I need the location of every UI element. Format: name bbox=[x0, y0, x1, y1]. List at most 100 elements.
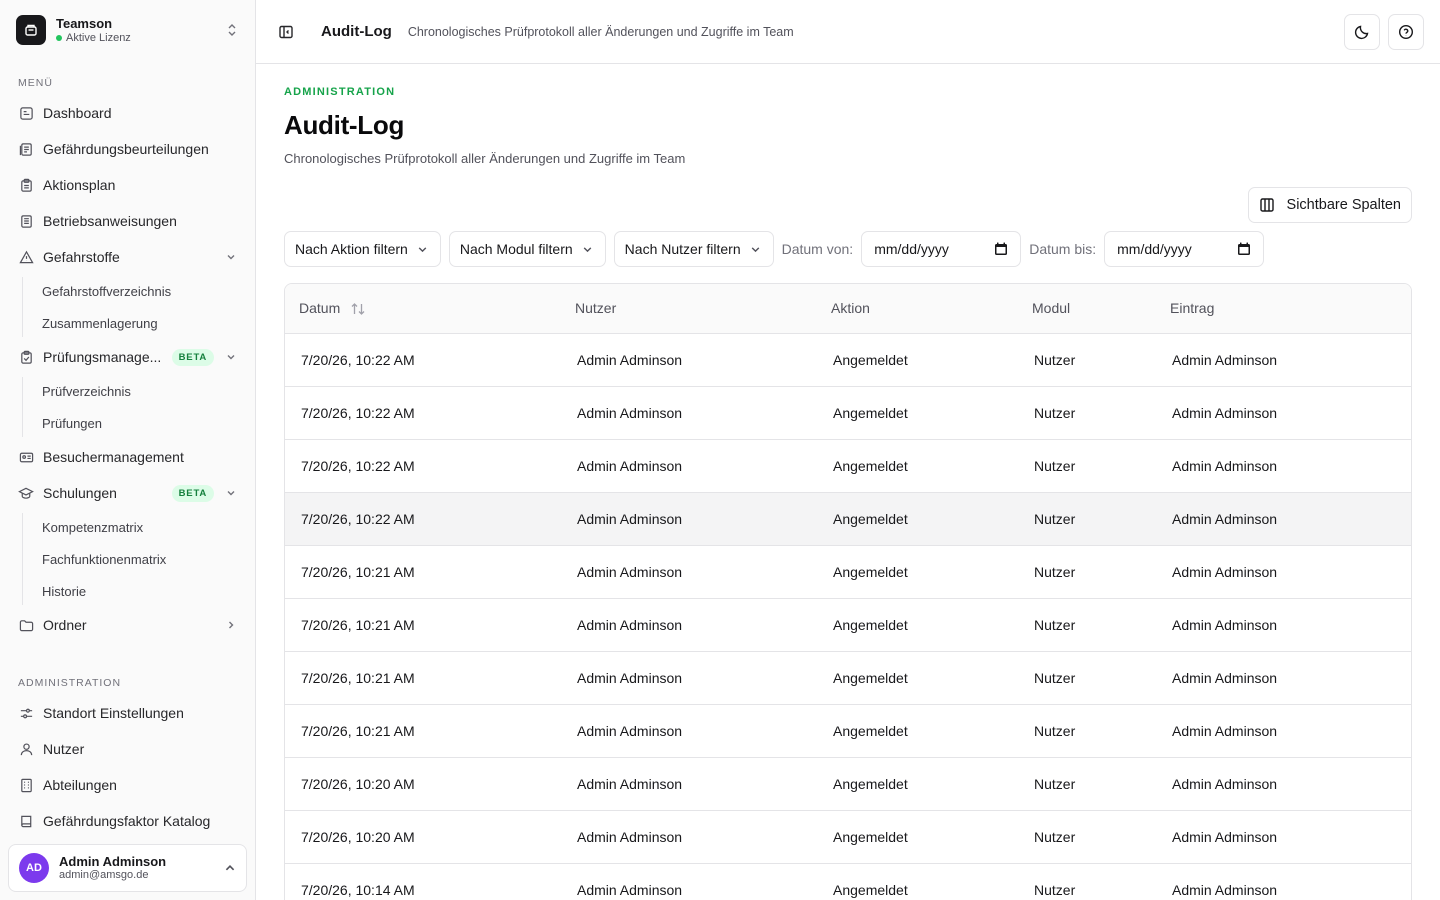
table-row[interactable]: 7/20/26, 10:14 AM Admin Adminson Angemelde… bbox=[285, 863, 1411, 900]
cell-eintrag: Admin Adminson bbox=[1156, 651, 1411, 705]
moon-icon bbox=[1354, 24, 1370, 40]
column-header-datum[interactable]: Datum bbox=[285, 284, 561, 334]
sidebar-item-gefaehrdungsbeurteilungen[interactable]: Gefährdungsbeurteilungen bbox=[8, 133, 248, 165]
document-list-icon bbox=[18, 141, 34, 157]
user-filter-select[interactable]: Nach Nutzer filtern bbox=[613, 231, 774, 267]
admin-nav: Standort Einstellungen Nutzer Abteilunge… bbox=[8, 697, 248, 841]
cell-eintrag: Admin Adminson bbox=[1156, 333, 1411, 387]
cell-nutzer: Admin Adminson bbox=[561, 545, 817, 599]
column-header-aktion[interactable]: Aktion bbox=[817, 284, 1018, 334]
main-nav: Dashboard Gefährdungsbeurteilungen Aktio… bbox=[8, 97, 248, 645]
sidebar-item-gefaehrdungsfaktor-katalog[interactable]: Gefährdungsfaktor Katalog bbox=[8, 805, 248, 837]
sidebar-item-gefahrstoffe[interactable]: Gefahrstoffe bbox=[8, 241, 248, 273]
cell-aktion: Angemeldet bbox=[817, 492, 1018, 546]
main-content: Audit-Log Chronologisches Prüfprotokoll … bbox=[256, 0, 1440, 900]
cell-modul: Nutzer bbox=[1018, 651, 1156, 705]
user-menu[interactable]: AD Admin Adminson admin@amsgo.de bbox=[8, 844, 247, 892]
cell-nutzer: Admin Adminson bbox=[561, 439, 817, 493]
pruefung-submenu: Prüfverzeichnis Prüfungen bbox=[22, 377, 248, 437]
chevron-down-icon bbox=[224, 486, 238, 500]
theme-toggle-button[interactable] bbox=[1344, 13, 1380, 50]
table-row[interactable]: 7/20/26, 10:22 AM Admin Adminson Angemelde… bbox=[285, 386, 1411, 440]
sidebar-item-betriebsanweisungen[interactable]: Betriebsanweisungen bbox=[8, 205, 248, 237]
cell-aktion: Angemeldet bbox=[817, 333, 1018, 387]
cell-datum: 7/20/26, 10:20 AM bbox=[285, 810, 561, 864]
filter-bar: Nach Aktion filtern Nach Modul filtern N… bbox=[284, 231, 1265, 267]
cell-eintrag: Admin Adminson bbox=[1156, 545, 1411, 599]
date-from-label: Datum von: bbox=[781, 241, 854, 257]
table-row[interactable]: 7/20/26, 10:22 AM Admin Adminson Angemelde… bbox=[285, 492, 1411, 546]
sidebar-subitem-zusammenlagerung[interactable]: Zusammenlagerung bbox=[31, 309, 248, 337]
folder-icon bbox=[18, 617, 34, 633]
graduation-cap-icon bbox=[18, 485, 34, 501]
cell-aktion: Angemeldet bbox=[817, 651, 1018, 705]
column-header-nutzer[interactable]: Nutzer bbox=[561, 284, 817, 334]
clipboard-icon bbox=[18, 177, 34, 193]
chevrons-up-down-icon bbox=[224, 22, 240, 38]
team-logo-icon bbox=[16, 15, 46, 45]
visible-columns-button[interactable]: Sichtbare Spalten bbox=[1247, 187, 1412, 223]
sidebar-item-besuchermanagement[interactable]: Besuchermanagement bbox=[8, 441, 248, 473]
date-from-input[interactable]: mm/dd/yyyy bbox=[861, 231, 1022, 267]
gefahrstoffe-submenu: Gefahrstoffverzeichnis Zusammenlagerung bbox=[22, 277, 248, 337]
clipboard-check-icon bbox=[18, 349, 34, 365]
sidebar-subitem-kompetenzmatrix[interactable]: Kompetenzmatrix bbox=[31, 513, 248, 541]
table-row[interactable]: 7/20/26, 10:20 AM Admin Adminson Angemelde… bbox=[285, 757, 1411, 811]
chevron-down-icon bbox=[416, 242, 430, 256]
cell-aktion: Angemeldet bbox=[817, 863, 1018, 900]
chevron-down-icon bbox=[581, 242, 595, 256]
topbar-subtitle: Chronologisches Prüfprotokoll aller Ände… bbox=[407, 24, 794, 39]
table-row[interactable]: 7/20/26, 10:21 AM Admin Adminson Angemelde… bbox=[285, 651, 1411, 705]
sort-icon[interactable] bbox=[350, 302, 366, 316]
sidebar-item-pruefungsmanagement[interactable]: Prüfungsmanage... BETA bbox=[8, 341, 248, 373]
help-button[interactable] bbox=[1388, 13, 1424, 50]
schulungen-submenu: Kompetenzmatrix Fachfunktionenmatrix His… bbox=[22, 513, 248, 605]
cell-modul: Nutzer bbox=[1018, 598, 1156, 652]
sidebar-item-nutzer[interactable]: Nutzer bbox=[8, 733, 248, 765]
sidebar-subitem-pruefverzeichnis[interactable]: Prüfverzeichnis bbox=[31, 377, 248, 405]
sidebar-item-aktionsplan[interactable]: Aktionsplan bbox=[8, 169, 248, 201]
cell-eintrag: Admin Adminson bbox=[1156, 810, 1411, 864]
sidebar-item-ordner[interactable]: Ordner bbox=[8, 609, 248, 641]
cell-modul: Nutzer bbox=[1018, 757, 1156, 811]
cell-eintrag: Admin Adminson bbox=[1156, 757, 1411, 811]
table-row[interactable]: 7/20/26, 10:22 AM Admin Adminson Angemelde… bbox=[285, 439, 1411, 493]
module-filter-select[interactable]: Nach Modul filtern bbox=[448, 231, 606, 267]
action-filter-select[interactable]: Nach Aktion filtern bbox=[284, 231, 441, 267]
columns-icon bbox=[1259, 197, 1275, 213]
sidebar-item-abteilungen[interactable]: Abteilungen bbox=[8, 769, 248, 801]
building-icon bbox=[18, 777, 34, 793]
cell-datum: 7/20/26, 10:21 AM bbox=[285, 598, 561, 652]
table-row[interactable]: 7/20/26, 10:20 AM Admin Adminson Angemelde… bbox=[285, 810, 1411, 864]
chevron-down-icon bbox=[224, 250, 238, 264]
sidebar-item-dashboard[interactable]: Dashboard bbox=[8, 97, 248, 129]
license-status-dot bbox=[56, 35, 62, 41]
page-eyebrow: ADMINISTRATION bbox=[284, 86, 396, 98]
date-to-input[interactable]: mm/dd/yyyy bbox=[1104, 231, 1265, 267]
cell-eintrag: Admin Adminson bbox=[1156, 492, 1411, 546]
calendar-icon[interactable] bbox=[1237, 242, 1251, 256]
app-root: Teamson Aktive Lizenz MENÜ Dashboard Gef… bbox=[0, 0, 1440, 900]
topbar-title: Audit-Log bbox=[321, 23, 392, 40]
table-row[interactable]: 7/20/26, 10:22 AM Admin Adminson Angemelde… bbox=[285, 333, 1411, 387]
sidebar-toggle-icon[interactable] bbox=[272, 18, 300, 46]
column-header-eintrag[interactable]: Eintrag bbox=[1156, 284, 1411, 334]
table-row[interactable]: 7/20/26, 10:21 AM Admin Adminson Angemelde… bbox=[285, 545, 1411, 599]
sidebar-subitem-gefahrstoffverzeichnis[interactable]: Gefahrstoffverzeichnis bbox=[31, 277, 248, 305]
sidebar-subitem-fachfunktionenmatrix[interactable]: Fachfunktionenmatrix bbox=[31, 545, 248, 573]
user-email: admin@amsgo.de bbox=[59, 869, 149, 881]
sidebar-item-standort-einstellungen[interactable]: Standort Einstellungen bbox=[8, 697, 248, 729]
sidebar-subitem-pruefungen[interactable]: Prüfungen bbox=[31, 409, 248, 437]
cell-aktion: Angemeldet bbox=[817, 386, 1018, 440]
team-switcher[interactable]: Teamson Aktive Lizenz bbox=[8, 8, 248, 52]
table-row[interactable]: 7/20/26, 10:21 AM Admin Adminson Angemelde… bbox=[285, 598, 1411, 652]
cell-aktion: Angemeldet bbox=[817, 598, 1018, 652]
cell-modul: Nutzer bbox=[1018, 439, 1156, 493]
cell-nutzer: Admin Adminson bbox=[561, 704, 817, 758]
table-header-row: Datum Nutzer Aktion Modul Eintrag bbox=[285, 284, 1411, 334]
calendar-icon[interactable] bbox=[994, 242, 1008, 256]
sidebar-item-schulungen[interactable]: Schulungen BETA bbox=[8, 477, 248, 509]
sidebar-subitem-historie[interactable]: Historie bbox=[31, 577, 248, 605]
column-header-modul[interactable]: Modul bbox=[1018, 284, 1156, 334]
table-row[interactable]: 7/20/26, 10:21 AM Admin Adminson Angemelde… bbox=[285, 704, 1411, 758]
